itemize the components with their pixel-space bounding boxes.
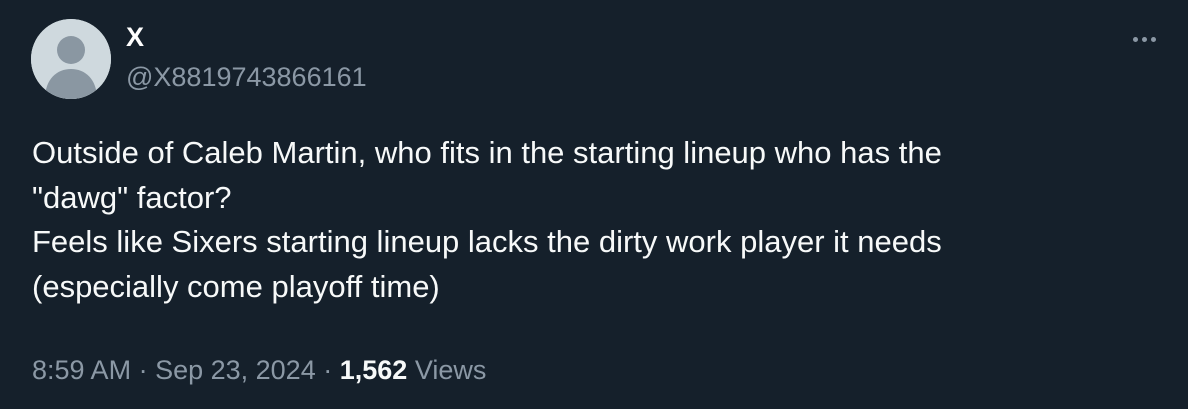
avatar[interactable]	[31, 19, 111, 99]
meta-separator: ·	[131, 355, 156, 385]
tweet-text-line: (especially come playoff time)	[32, 268, 440, 304]
views-label: Views	[414, 355, 487, 385]
views-count: 1,562	[339, 355, 408, 385]
tweet-meta: 8:59 AM · Sep 23, 2024 · 1,562 Views	[32, 352, 486, 388]
more-horizontal-icon	[1141, 36, 1147, 42]
default-avatar-icon	[31, 19, 111, 99]
tweet-text-line: "dawg" factor?	[32, 179, 232, 215]
more-options-button[interactable]	[1124, 24, 1164, 54]
tweet-time: 8:59 AM	[32, 355, 132, 385]
tweet-timestamp-link[interactable]: 8:59 AM · Sep 23, 2024	[32, 355, 316, 385]
tweet-text-line: Feels like Sixers starting lineup lacks …	[32, 224, 942, 259]
author-handle[interactable]: @X8819743866161	[126, 62, 367, 92]
more-horizontal-icon	[1150, 36, 1156, 42]
meta-separator: ·	[315, 355, 340, 385]
tweet-card: X @X8819743866161 Outside of Caleb Marti…	[0, 0, 1188, 409]
views-link[interactable]: 1,562 Views	[340, 355, 487, 385]
tweet-date: Sep 23, 2024	[155, 355, 316, 385]
more-horizontal-icon	[1132, 36, 1138, 42]
author-name[interactable]: X	[126, 22, 144, 52]
tweet-text: Outside of Caleb Martin, who fits in the…	[32, 131, 1152, 309]
tweet-text-line: Outside of Caleb Martin, who fits in the…	[32, 135, 942, 170]
